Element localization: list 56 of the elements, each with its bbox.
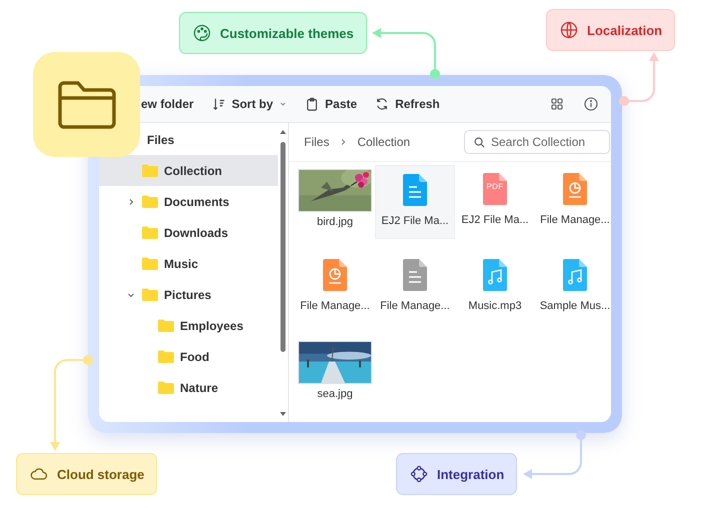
folder-icon — [158, 381, 174, 394]
file-item[interactable]: File Manage... — [375, 251, 455, 325]
toolbar-button[interactable]: Refresh — [373, 94, 442, 114]
tree-item[interactable]: Collection — [99, 155, 278, 186]
globe-icon — [559, 20, 579, 40]
tree-item[interactable]: Documents — [99, 186, 278, 217]
tree-item[interactable]: Food — [99, 341, 278, 372]
folder-icon — [158, 350, 174, 363]
file-item[interactable]: sea.jpg — [295, 337, 375, 411]
folder-icon — [56, 78, 118, 130]
refresh-icon — [375, 97, 390, 111]
search-icon — [474, 137, 485, 148]
file-item[interactable]: Music.mp3 — [455, 251, 535, 325]
file-item[interactable]: File Manage... — [535, 165, 611, 239]
toolbar-button[interactable]: Sort by — [210, 94, 290, 114]
feature-text: Customizable themes — [220, 26, 354, 40]
folder-icon — [142, 288, 158, 301]
folder-icon — [142, 257, 158, 270]
tree-item[interactable]: Employees — [99, 310, 278, 341]
chevron-icon — [339, 138, 348, 146]
folder-icon — [142, 226, 158, 239]
tree-item[interactable]: Files — [147, 130, 174, 148]
feature-text: Localization — [587, 22, 662, 38]
caret-icon — [279, 100, 288, 108]
document-icon — [403, 259, 427, 291]
breadcrumb-link[interactable]: Collection — [357, 135, 410, 149]
integration-icon — [409, 464, 429, 484]
connector-arrow — [372, 28, 440, 79]
file-item[interactable]: bird.jpg — [295, 165, 375, 239]
sort-icon — [212, 97, 226, 111]
palette-icon — [192, 23, 212, 43]
feature-text: Cloud storage — [57, 466, 144, 482]
tree-item[interactable]: Music — [99, 248, 278, 279]
feature-text: Integration — [437, 466, 504, 482]
tree-item[interactable]: Nature — [99, 372, 278, 403]
folder-icon — [158, 319, 174, 332]
connector-arrow — [523, 430, 586, 479]
toolbar-button[interactable]: ew folder — [139, 94, 196, 114]
document-icon — [403, 174, 427, 206]
music-file-icon — [483, 259, 507, 291]
file-item[interactable]: EJ2 File Ma... — [375, 165, 455, 239]
toolbar-button[interactable]: Paste — [303, 94, 360, 114]
music-file-icon — [563, 259, 587, 291]
tree-item[interactable]: Downloads — [99, 217, 278, 248]
search-field[interactable]: Search Collection — [464, 130, 610, 154]
clipboard-icon — [305, 97, 320, 111]
folder-icon — [142, 164, 158, 177]
file-item[interactable]: Sample Mus... — [535, 251, 611, 325]
file-item[interactable]: PDF EJ2 File Ma... — [455, 165, 535, 239]
breadcrumb-link[interactable]: Files — [304, 135, 330, 149]
presentation-icon — [323, 259, 347, 291]
tree-item[interactable]: Pictures — [99, 279, 278, 310]
pdf-file-icon: PDF — [483, 173, 507, 205]
presentation-icon — [563, 173, 587, 205]
file-item[interactable]: File Manage... — [295, 251, 375, 325]
folder-icon — [142, 195, 158, 208]
